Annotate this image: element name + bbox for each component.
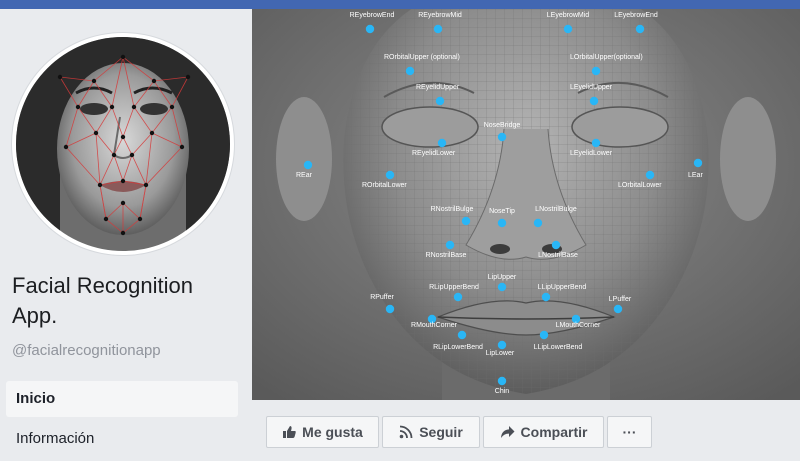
landmark-dot-leyelidupper [589, 96, 599, 106]
more-options-button[interactable]: ··· [607, 416, 652, 448]
profile-picture[interactable] [12, 33, 234, 255]
landmark-label-reyebrowend: REyebrowEnd [350, 12, 395, 19]
landmark-label-lorbitallower: LOrbitalLower [618, 182, 662, 189]
landmark-label-lipupper: LipUpper [488, 274, 517, 281]
nav-item-inicio[interactable]: Inicio [6, 381, 238, 417]
landmark-label-leyelidlower: LEyelidLower [570, 150, 613, 157]
landmark-label-chin: Chin [495, 388, 510, 395]
landmark-dot-reyebrowend [365, 24, 375, 34]
landmark-dot-lliplowerbend [539, 330, 549, 340]
cover-photo[interactable]: REyebrowEnd REyebrowMid LEyebrowMid LEyebro… [252, 9, 800, 400]
profile-face-mesh-image [16, 37, 230, 251]
landmark-label-lear: LEar [688, 172, 703, 179]
share-arrow-icon [500, 426, 515, 438]
landmark-label-rorbitallower: ROrbitalLower [362, 182, 407, 189]
landmark-label-lorbitalupper-optional: LOrbitalUpper(optional) [570, 54, 643, 61]
landmark-label-rmouthcorner: RMouthCorner [411, 322, 458, 329]
landmark-label-rnostrilbulge: RNostrilBulge [431, 206, 474, 213]
landmark-dot-nosebridge [497, 132, 507, 142]
landmark-label-lpuffer: LPuffer [609, 296, 632, 303]
thumbs-up-icon [283, 426, 296, 438]
landmark-label-rear: REar [296, 172, 313, 179]
landmark-label-lnostrilbulge: LNostrilBulge [535, 206, 577, 213]
landmark-dot-rnostrilbulge [461, 216, 471, 226]
landmark-dot-lipupper [497, 282, 507, 292]
landmark-label-rnostrilbase: RNostrilBase [426, 252, 467, 259]
landmark-dot-rlipupperbend [453, 292, 463, 302]
landmark-dot-lnostrilbulge [533, 218, 543, 228]
landmark-dot-rliplowerbend [457, 330, 467, 340]
follow-button[interactable]: Seguir [382, 416, 480, 448]
landmark-label-reyelidupper: REyelidUpper [416, 84, 460, 91]
landmark-label-leyebrowend: LEyebrowEnd [614, 12, 658, 19]
more-options-icon: ··· [622, 424, 637, 440]
cover-face-landmarks-image: REyebrowEnd REyebrowMid LEyebrowMid LEyebro… [252, 9, 800, 400]
landmark-dot-llipupperbend [541, 292, 551, 302]
landmark-dot-nosetip [497, 218, 507, 228]
landmark-label-leyelidupper: LEyelidUpper [570, 84, 613, 91]
page-navigation: Inicio Información [6, 381, 238, 461]
landmark-dot-lorbitalupper-optional [591, 66, 601, 76]
landmark-label-rpuffer: RPuffer [370, 294, 394, 301]
share-button-label: Compartir [520, 424, 588, 440]
page-username[interactable]: @facialrecognitionapp [12, 342, 161, 359]
like-button[interactable]: Me gusta [266, 416, 379, 448]
landmark-dot-liplower [497, 340, 507, 350]
landmark-label-lliplowerbend: LLipLowerBend [534, 344, 583, 351]
landmark-dot-leyelidlower [591, 138, 601, 148]
share-button[interactable]: Compartir [483, 416, 604, 448]
landmark-label-lmouthcorner: LMouthCorner [556, 322, 601, 329]
landmark-label-rlipupperbend: RLipUpperBend [429, 284, 479, 291]
landmark-label-nosetip: NoseTip [489, 208, 515, 215]
follow-button-label: Seguir [419, 424, 463, 440]
landmark-dot-rorbitalupper-optional [405, 66, 415, 76]
landmark-label-liplower: LipLower [486, 350, 515, 357]
landmark-dot-leyebrowend [635, 24, 645, 34]
landmark-dot-lear [693, 158, 703, 168]
landmark-dot-rnostrilbase [445, 240, 455, 250]
like-button-label: Me gusta [302, 424, 363, 440]
landmark-dot-lorbitallower [645, 170, 655, 180]
landmark-dot-rorbitallower [385, 170, 395, 180]
landmark-dot-lnostrilbase [551, 240, 561, 250]
page-sidebar: Facial Recognition App. @facialrecogniti… [0, 9, 252, 450]
page-action-bar: Me gusta Seguir Compartir ··· [252, 400, 800, 450]
landmark-label-nosebridge: NoseBridge [484, 122, 521, 129]
landmark-dot-rpuffer [385, 304, 395, 314]
landmark-label-lnostrilbase: LNostrilBase [538, 252, 578, 259]
landmark-label-reyebrowmid: REyebrowMid [418, 12, 462, 19]
landmark-dot-leyebrowmid [563, 24, 573, 34]
landmark-dot-rear [303, 160, 313, 170]
page-title: Facial Recognition App. [12, 273, 193, 328]
landmark-label-llipupperbend: LLipUpperBend [538, 284, 587, 291]
landmark-label-reyelidlower: REyelidLower [412, 150, 456, 157]
landmark-label-rorbitalupper-optional: ROrbitalUpper (optional) [384, 54, 460, 61]
landmark-dot-reyebrowmid [433, 24, 443, 34]
landmark-dot-lpuffer [613, 304, 623, 314]
landmark-dot-chin [497, 376, 507, 386]
landmark-label-leyebrowmid: LEyebrowMid [547, 12, 590, 19]
landmark-dot-reyelidlower [437, 138, 447, 148]
landmark-label-rliplowerbend: RLipLowerBend [433, 344, 483, 351]
nav-item-informacion[interactable]: Información [6, 421, 238, 457]
top-navigation-bar [0, 0, 800, 9]
landmark-dot-reyelidupper [435, 96, 445, 106]
rss-feed-icon [399, 425, 413, 439]
